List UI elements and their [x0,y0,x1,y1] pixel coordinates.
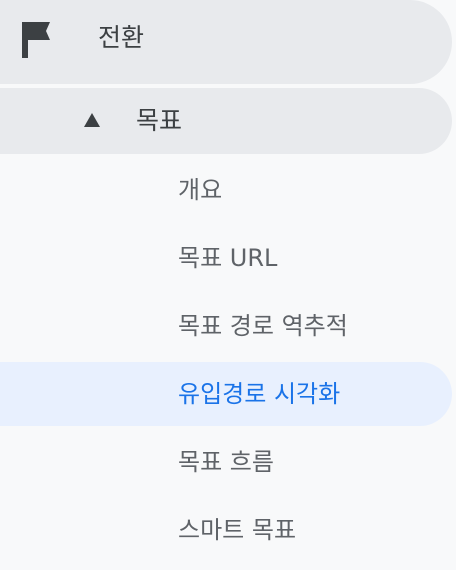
nav-item-overview[interactable]: 개요 [0,158,452,222]
nav-item-label: 개요 [178,176,223,204]
section-conversions[interactable]: 전환 [0,0,452,84]
nav-item-goal-urls[interactable]: 목표 URL [0,226,452,290]
nav-item-reverse-goal-path[interactable]: 목표 경로 역추적 [0,294,452,358]
nav-item-label: 목표 경로 역추적 [178,312,348,340]
section-label: 전환 [98,23,145,52]
caret-up-icon [84,113,100,127]
nav-item-label: 유입경로 시각화 [178,380,341,408]
subsection-label: 목표 [136,106,183,135]
nav-item-label: 목표 흐름 [178,448,274,476]
nav-item-funnel-visualization[interactable]: 유입경로 시각화 [0,362,452,426]
nav-item-label: 목표 URL [178,244,278,272]
sidebar-nav: 전환 목표 개요 목표 URL 목표 경로 역추적 유입경로 시각화 목표 흐름… [0,0,456,570]
nav-item-goal-flow[interactable]: 목표 흐름 [0,430,452,494]
nav-item-smart-goals[interactable]: 스마트 목표 [0,498,452,562]
flag-icon [22,22,50,58]
subsection-goals[interactable] [0,88,452,154]
nav-item-label: 스마트 목표 [178,516,297,544]
